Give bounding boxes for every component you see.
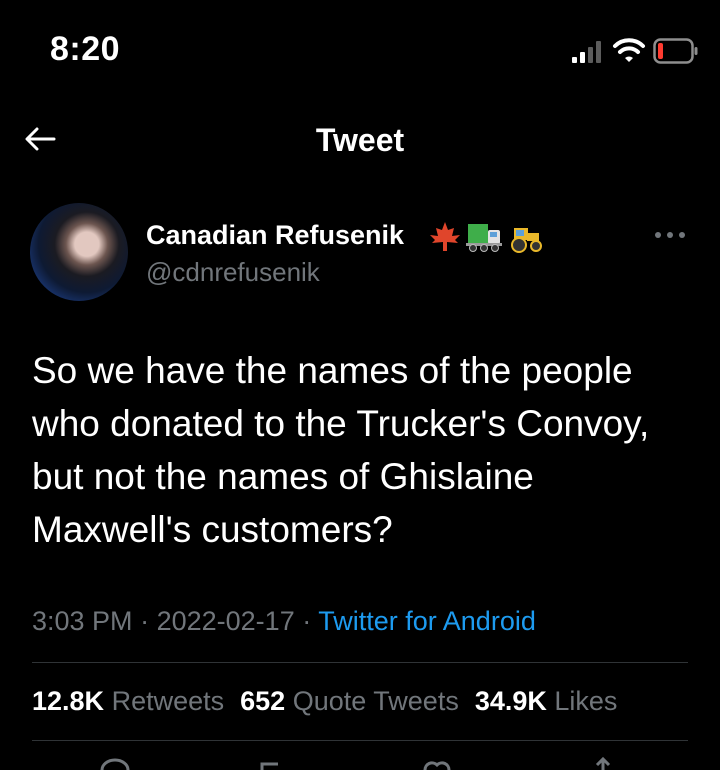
maple-leaf-icon <box>430 222 460 251</box>
share-icon[interactable] <box>586 756 620 770</box>
tweet-source[interactable]: Twitter for Android <box>318 606 536 636</box>
meta-separator: · <box>302 606 312 636</box>
name-badges <box>430 222 542 253</box>
top-nav: Tweet <box>0 104 720 174</box>
meta-separator: · <box>140 606 150 636</box>
divider <box>32 662 688 663</box>
truck-icon <box>466 224 502 252</box>
likes-count: 34.9K <box>474 686 547 716</box>
avatar[interactable] <box>30 203 128 301</box>
retweet-icon[interactable] <box>254 756 288 770</box>
retweets-label: Retweets <box>111 686 225 716</box>
tractor-icon <box>511 228 542 253</box>
status-time: 8:20 <box>50 30 121 68</box>
tweet-time[interactable]: 3:03 PM <box>32 606 133 636</box>
tweet-meta: 3:03 PM · 2022-02-17 · Twitter for Andro… <box>32 606 536 637</box>
engagement-stats: 12.8K Retweets 652 Quote Tweets 34.9K Like… <box>32 686 617 717</box>
tweet-text: So we have the names of the people who d… <box>32 350 650 550</box>
likes-label: Likes <box>554 686 618 716</box>
more-options-icon[interactable] <box>652 228 688 242</box>
action-bar <box>0 756 720 770</box>
quotes-count: 652 <box>240 686 286 716</box>
status-bar: 8:20 <box>0 0 720 100</box>
display-name[interactable]: Canadian Refusenik <box>146 220 404 251</box>
signal-icon <box>572 41 601 63</box>
battery-icon <box>653 38 698 64</box>
retweets-count: 12.8K <box>32 686 105 716</box>
tweet-date[interactable]: 2022-02-17 <box>157 606 295 636</box>
retweets-stat[interactable]: 12.8K Retweets <box>32 686 224 716</box>
likes-stat[interactable]: 34.9K Likes <box>475 686 618 716</box>
user-handle[interactable]: @cdnrefusenik <box>146 257 320 288</box>
divider <box>32 740 688 741</box>
quotes-stat[interactable]: 652 Quote Tweets <box>240 686 459 716</box>
like-icon[interactable] <box>420 756 454 770</box>
quotes-label: Quote Tweets <box>292 686 459 716</box>
page-title: Tweet <box>315 122 405 158</box>
wifi-icon <box>613 38 645 62</box>
reply-icon[interactable] <box>98 756 132 770</box>
